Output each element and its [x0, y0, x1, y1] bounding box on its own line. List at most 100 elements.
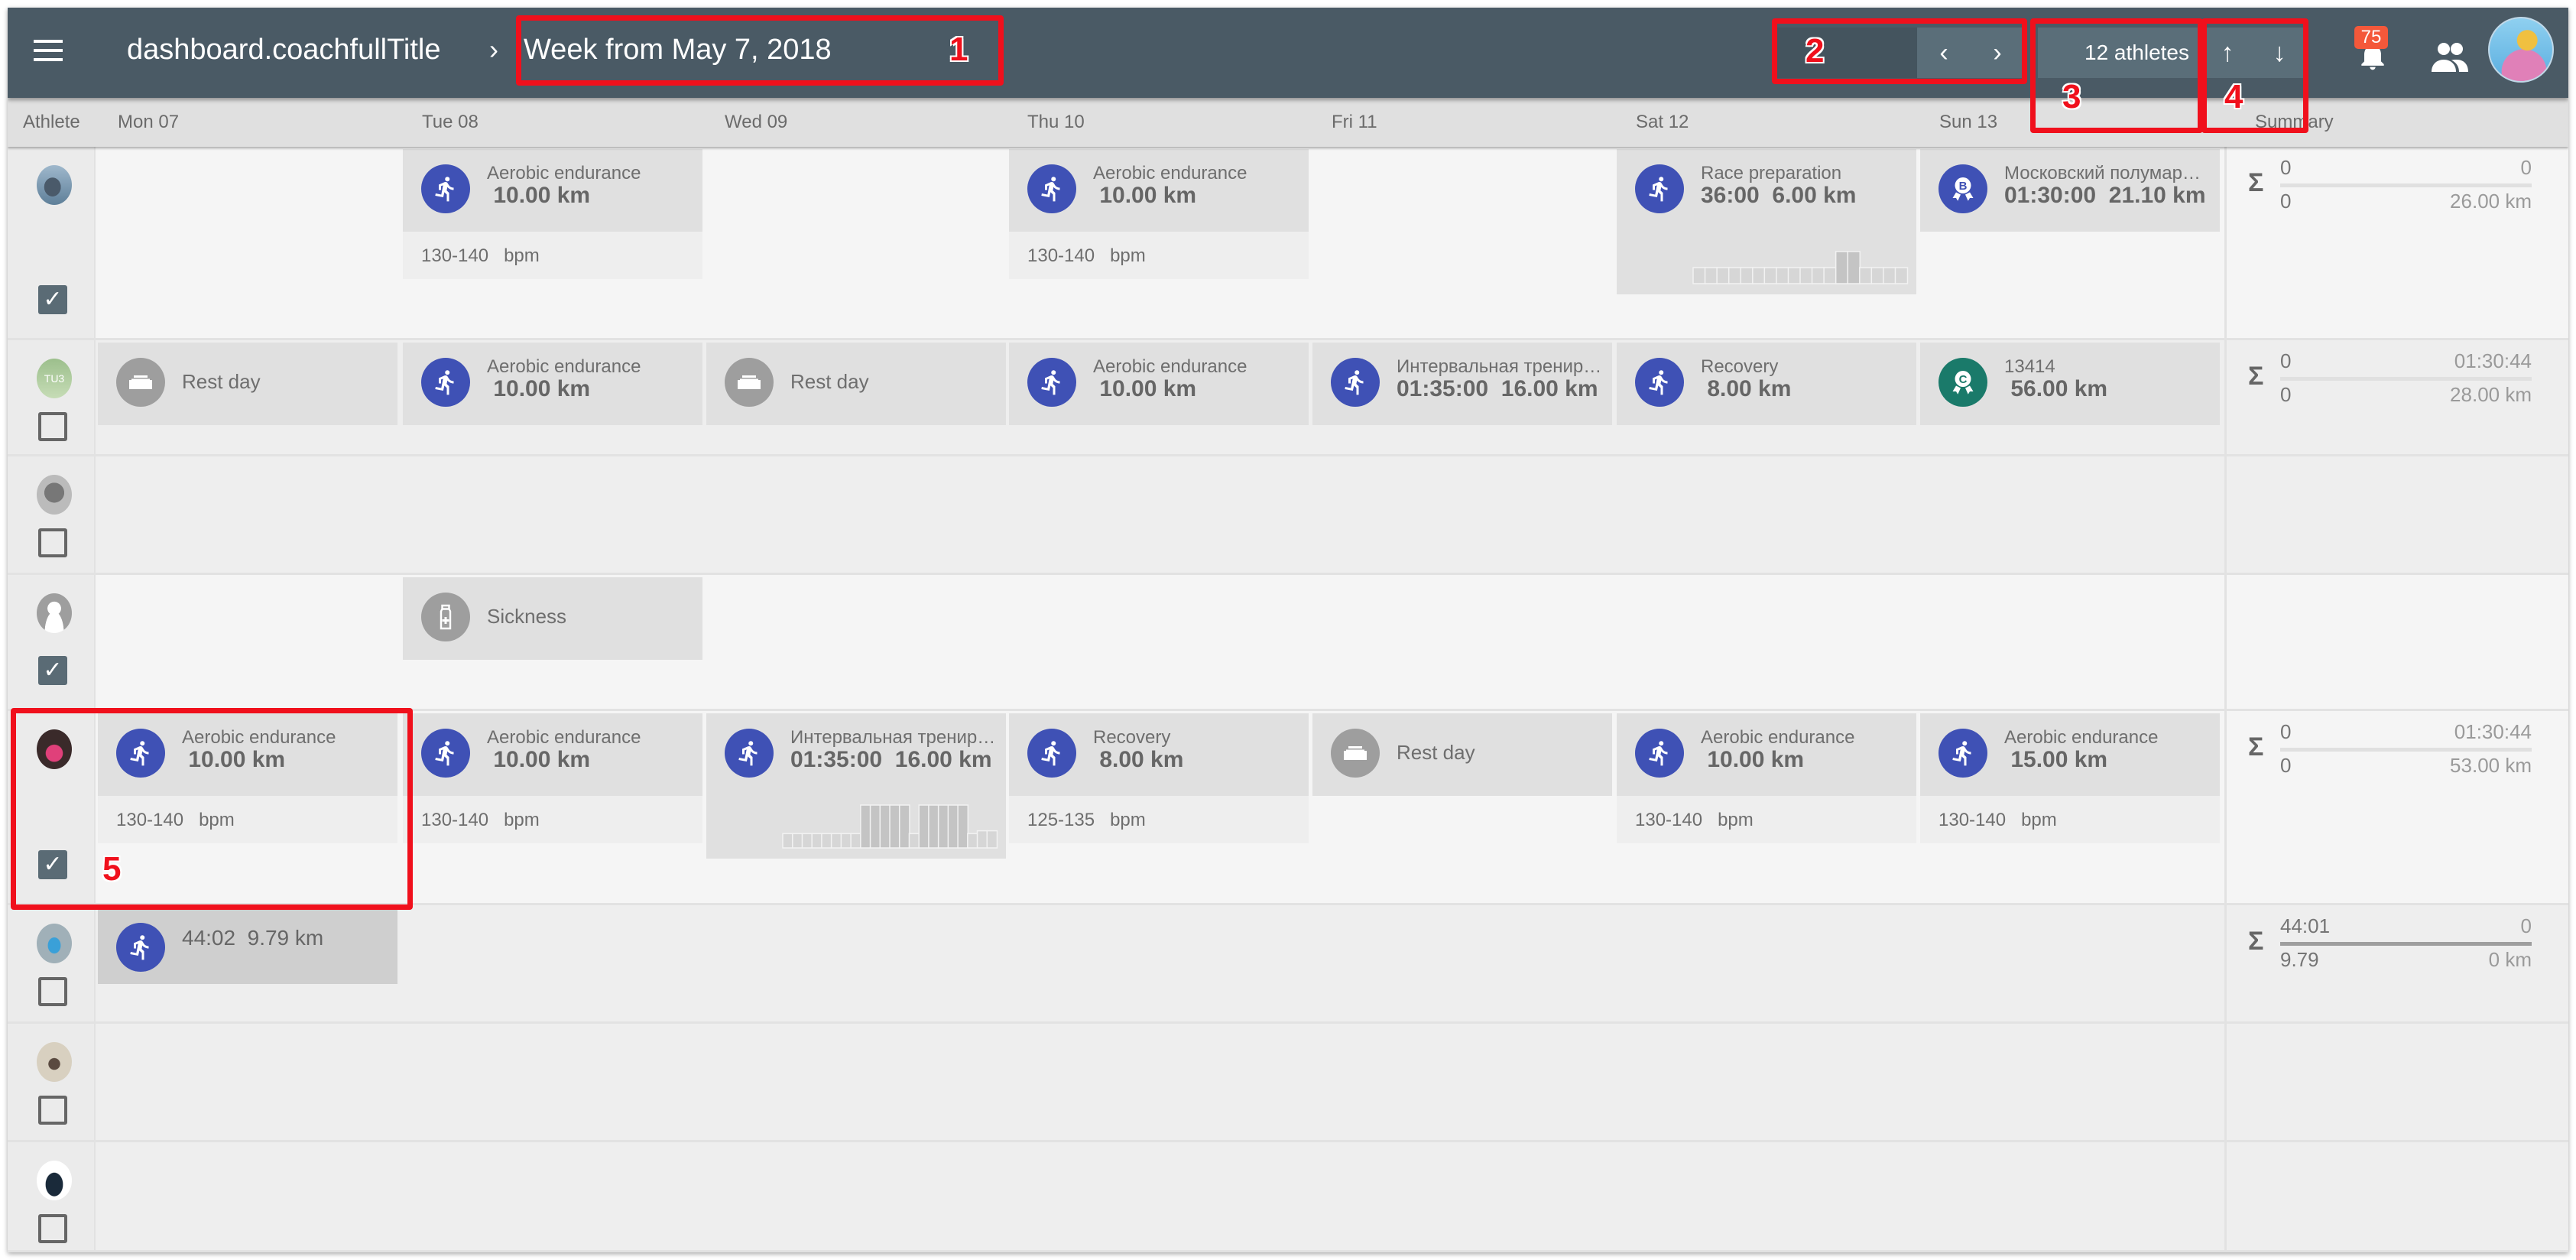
checkmark-icon: ✓ [43, 287, 63, 312]
workout-card[interactable]: Aerobic endurance 10.00 km 130-140 bpm [98, 713, 397, 843]
heart-rate-zone: 130-140 bpm [1009, 232, 1309, 279]
workout-card[interactable]: B Московский полумар… 01:30:00 21.10 km [1920, 149, 2220, 232]
athlete-avatar[interactable] [37, 475, 72, 515]
workout-card[interactable]: Aerobic endurance 10.00 km [403, 343, 702, 425]
workout-card[interactable]: Aerobic endurance 10.00 km 130-140 bpm [403, 149, 702, 279]
workout-card[interactable]: Интервальная тренир… 01:35:00 16.00 km [706, 713, 1006, 859]
athlete-avatar[interactable] [37, 1161, 72, 1200]
workout-card[interactable]: Sickness [403, 577, 702, 660]
workout-card[interactable]: Интервальная тренир… 01:35:00 16.00 km [1312, 343, 1612, 425]
menu-icon[interactable] [34, 40, 63, 61]
run-icon [1938, 729, 1987, 778]
run-icon [1635, 358, 1684, 407]
workout-card[interactable]: Recovery 8.00 km [1617, 343, 1916, 425]
sort-down-button[interactable]: ↓ [2253, 28, 2305, 78]
athlete-row: ✓ Sickness [8, 575, 2568, 711]
workout-card-header: Sickness [403, 577, 702, 660]
svg-text:B: B [1959, 180, 1968, 193]
athlete-row: 44:02 9.79 km Σ 44:01 0 9.79 0 km [8, 905, 2568, 1024]
athlete-avatar[interactable] [37, 1042, 72, 1082]
athletes-count[interactable]: 12 athletes [2038, 28, 2200, 78]
workout-card[interactable]: Recovery 8.00 km 125-135 bpm [1009, 713, 1309, 843]
heart-rate-zone: 125-135 bpm [1009, 796, 1309, 843]
workout-volume: 56.00 km [2004, 376, 2108, 401]
workout-card[interactable]: Rest day [98, 343, 397, 425]
athlete-avatar[interactable] [37, 165, 72, 205]
workout-volume: 10.00 km [182, 747, 286, 772]
athlete-checkbox[interactable] [38, 528, 67, 557]
athlete-avatar[interactable]: TU3 [37, 359, 72, 398]
workout-title: Aerobic endurance [487, 163, 641, 183]
workout-title: Aerobic endurance [1093, 163, 1247, 183]
intensity-chart [706, 796, 1006, 859]
workout-card[interactable]: Aerobic endurance 10.00 km [1009, 343, 1309, 425]
intensity-step [850, 833, 862, 849]
summary-planned-distance: 0 km [2488, 948, 2532, 971]
sort-up-button[interactable]: ↑ [2201, 28, 2253, 78]
workout-card[interactable]: Rest day [706, 343, 1006, 425]
athlete-row [8, 456, 2568, 575]
workout-card[interactable]: Aerobic endurance 10.00 km 130-140 bpm [1617, 713, 1916, 843]
summary-planned-time: 0 [2520, 914, 2532, 937]
workout-card[interactable]: Rest day [1312, 713, 1612, 796]
workout-card[interactable]: Aerobic endurance 10.00 km 130-140 bpm [403, 713, 702, 843]
workout-volume: 10.00 km [1701, 747, 1805, 772]
athlete-cell: ✓ [8, 711, 96, 903]
week-picker[interactable] [1775, 28, 1917, 78]
column-fri: Fri 11 [1332, 112, 1377, 132]
intensity-step [1728, 267, 1742, 284]
medicine-bottle-icon [421, 593, 470, 641]
athlete-checkbox[interactable] [38, 977, 67, 1006]
intensity-step [1823, 267, 1837, 284]
user-avatar[interactable] [2488, 17, 2554, 83]
workout-card-header: B Московский полумар… 01:30:00 21.10 km [1920, 149, 2220, 232]
workout-card[interactable]: C 13414 56.00 km [1920, 343, 2220, 425]
workout-title: 13414 [2004, 356, 2055, 377]
intensity-step [1883, 267, 1896, 284]
previous-week-button[interactable]: ‹ [1917, 28, 1971, 78]
sigma-icon: Σ [2248, 732, 2264, 762]
workout-card-header: Aerobic endurance 10.00 km [1009, 149, 1309, 232]
intensity-step [811, 833, 823, 849]
column-athlete: Athlete [23, 112, 80, 132]
athlete-cell: ✓ [8, 575, 96, 709]
athlete-checkbox[interactable]: ✓ [38, 285, 67, 314]
workout-title: Race preparation [1701, 163, 1842, 183]
intensity-step [1811, 267, 1825, 284]
workout-card[interactable]: Aerobic endurance 15.00 km 130-140 bpm [1920, 713, 2220, 843]
workout-card[interactable]: 44:02 9.79 km [98, 908, 397, 984]
next-week-button[interactable]: › [1971, 28, 2024, 78]
workout-card-header: Aerobic endurance 10.00 km [403, 713, 702, 796]
breadcrumb-root[interactable]: dashboard.coachfullTitle [127, 33, 441, 67]
sofa-icon [116, 358, 165, 407]
athlete-checkbox[interactable] [38, 1096, 67, 1125]
summary-progress-bar [2280, 748, 2532, 752]
heart-rate-zone: 130-140 bpm [1617, 796, 1916, 843]
run-icon [421, 358, 470, 407]
run-icon [725, 729, 774, 778]
athlete-cell [8, 905, 96, 1021]
athlete-avatar[interactable] [37, 924, 72, 963]
workout-title: Интервальная тренир… [1397, 356, 1602, 377]
athlete-avatar[interactable] [37, 593, 72, 633]
workout-title: Aerobic endurance [1701, 727, 1855, 748]
athlete-checkbox[interactable]: ✓ [38, 850, 67, 879]
summary-actual-time: 44:01 [2280, 914, 2331, 937]
summary-actual-time: 0 [2280, 720, 2292, 743]
intensity-step [937, 804, 949, 849]
intensity-step [860, 804, 871, 849]
run-icon [1635, 729, 1684, 778]
run-icon [1027, 164, 1076, 213]
people-icon[interactable] [2431, 41, 2469, 72]
intensity-step [957, 804, 969, 849]
workout-card[interactable]: Race preparation 36:00 6.00 km [1617, 149, 1916, 294]
workout-card[interactable]: Aerobic endurance 10.00 km 130-140 bpm [1009, 149, 1309, 279]
athlete-checkbox[interactable]: ✓ [38, 656, 67, 685]
athlete-checkbox[interactable] [38, 412, 67, 441]
intensity-step [1859, 267, 1873, 284]
athlete-cell [8, 456, 96, 573]
workout-card-header: Aerobic endurance 10.00 km [98, 713, 397, 796]
workout-volume: 01:35:00 16.00 km [790, 747, 992, 772]
athlete-avatar[interactable] [37, 729, 72, 769]
athlete-checkbox[interactable] [38, 1214, 67, 1243]
